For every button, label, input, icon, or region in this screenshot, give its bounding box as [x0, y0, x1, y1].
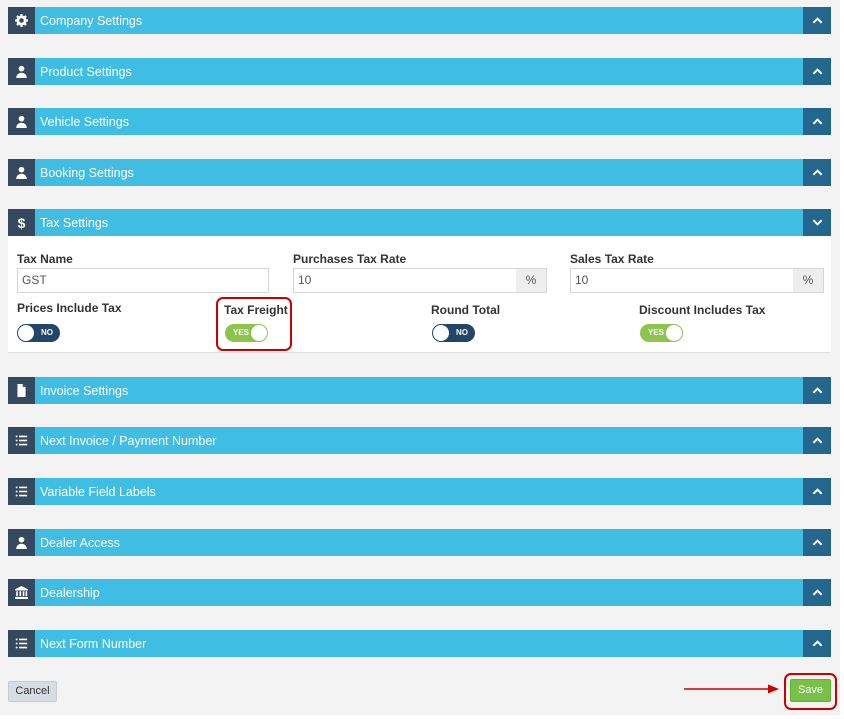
chevron-up-icon[interactable]: [803, 159, 831, 186]
toggle-state: NO: [41, 328, 53, 337]
tax-settings-body: Tax Name GST Purchases Tax Rate 10 % Sal…: [8, 236, 831, 353]
panel-tax-settings[interactable]: $ Tax Settings: [8, 209, 831, 236]
settings-page: Company Settings Product Settings Vehicl…: [0, 0, 840, 715]
panel-variable-field-labels[interactable]: Variable Field Labels: [8, 478, 831, 505]
percent-addon: %: [516, 268, 547, 293]
percent-addon: %: [793, 268, 824, 293]
panel-title: Dealer Access: [40, 535, 120, 550]
chevron-up-icon[interactable]: [803, 7, 831, 34]
discount-includes-tax-toggle[interactable]: YES: [640, 324, 683, 342]
chevron-up-icon[interactable]: [803, 579, 831, 606]
prices-include-tax-label: Prices Include Tax: [17, 301, 122, 315]
chevron-up-icon[interactable]: [803, 478, 831, 505]
panel-title: Variable Field Labels: [40, 484, 156, 499]
discount-includes-tax-label: Discount Includes Tax: [639, 303, 766, 317]
purchases-tax-rate-input[interactable]: 10: [293, 268, 517, 293]
panel-title: Dealership: [40, 585, 100, 600]
list-icon: [8, 478, 35, 505]
panel-title: Vehicle Settings: [40, 114, 129, 129]
panel-booking-settings[interactable]: Booking Settings: [8, 159, 831, 186]
panel-title: Product Settings: [40, 64, 132, 79]
panel-product-settings[interactable]: Product Settings: [8, 58, 831, 85]
panel-title: Next Invoice / Payment Number: [40, 433, 217, 448]
panel-title: Booking Settings: [40, 165, 134, 180]
panel-next-form-number[interactable]: Next Form Number: [8, 630, 831, 657]
user-icon: [8, 108, 35, 135]
panel-dealership[interactable]: Dealership: [8, 579, 831, 606]
list-icon: [8, 427, 35, 454]
gear-icon: [8, 7, 35, 34]
panel-title: Next Form Number: [40, 636, 147, 651]
user-icon: [8, 159, 35, 186]
dollar-icon: $: [8, 209, 35, 236]
panel-company-settings[interactable]: Company Settings: [8, 7, 831, 34]
list-icon: [8, 630, 35, 657]
panel-next-invoice-number[interactable]: Next Invoice / Payment Number: [8, 427, 831, 454]
toggle-knob: [18, 325, 34, 341]
sales-tax-rate-input[interactable]: 10: [570, 268, 794, 293]
user-icon: [8, 529, 35, 556]
chevron-up-icon[interactable]: [803, 377, 831, 404]
prices-include-tax-toggle[interactable]: NO: [17, 324, 60, 342]
toggle-state: YES: [648, 328, 665, 337]
sales-tax-rate-label: Sales Tax Rate: [570, 252, 654, 266]
panel-title: Tax Settings: [40, 215, 109, 230]
round-total-toggle[interactable]: NO: [432, 324, 475, 342]
panel-dealer-access[interactable]: Dealer Access: [8, 529, 831, 556]
cancel-button[interactable]: Cancel: [8, 681, 57, 702]
panel-title: Company Settings: [40, 13, 143, 28]
user-icon: [8, 58, 35, 85]
chevron-up-icon[interactable]: [803, 529, 831, 556]
toggle-knob: [433, 325, 449, 341]
panel-vehicle-settings[interactable]: Vehicle Settings: [8, 108, 831, 135]
document-icon: [8, 377, 35, 404]
panel-invoice-settings[interactable]: Invoice Settings: [8, 377, 831, 404]
save-highlight: [784, 673, 837, 710]
chevron-up-icon[interactable]: [803, 58, 831, 85]
bank-icon: [8, 579, 35, 606]
tax-freight-highlight: [216, 297, 292, 351]
tax-name-input[interactable]: GST: [17, 268, 269, 293]
chevron-up-icon[interactable]: [803, 630, 831, 657]
chevron-down-icon[interactable]: [803, 209, 831, 236]
toggle-state: NO: [456, 328, 468, 337]
tax-name-label: Tax Name: [17, 252, 73, 266]
toggle-knob: [666, 325, 682, 341]
chevron-up-icon[interactable]: [803, 108, 831, 135]
purchases-tax-rate-label: Purchases Tax Rate: [293, 252, 407, 266]
chevron-up-icon[interactable]: [803, 427, 831, 454]
round-total-label: Round Total: [431, 303, 501, 317]
panel-title: Invoice Settings: [40, 383, 129, 398]
pointer-arrow-icon: [684, 684, 779, 694]
